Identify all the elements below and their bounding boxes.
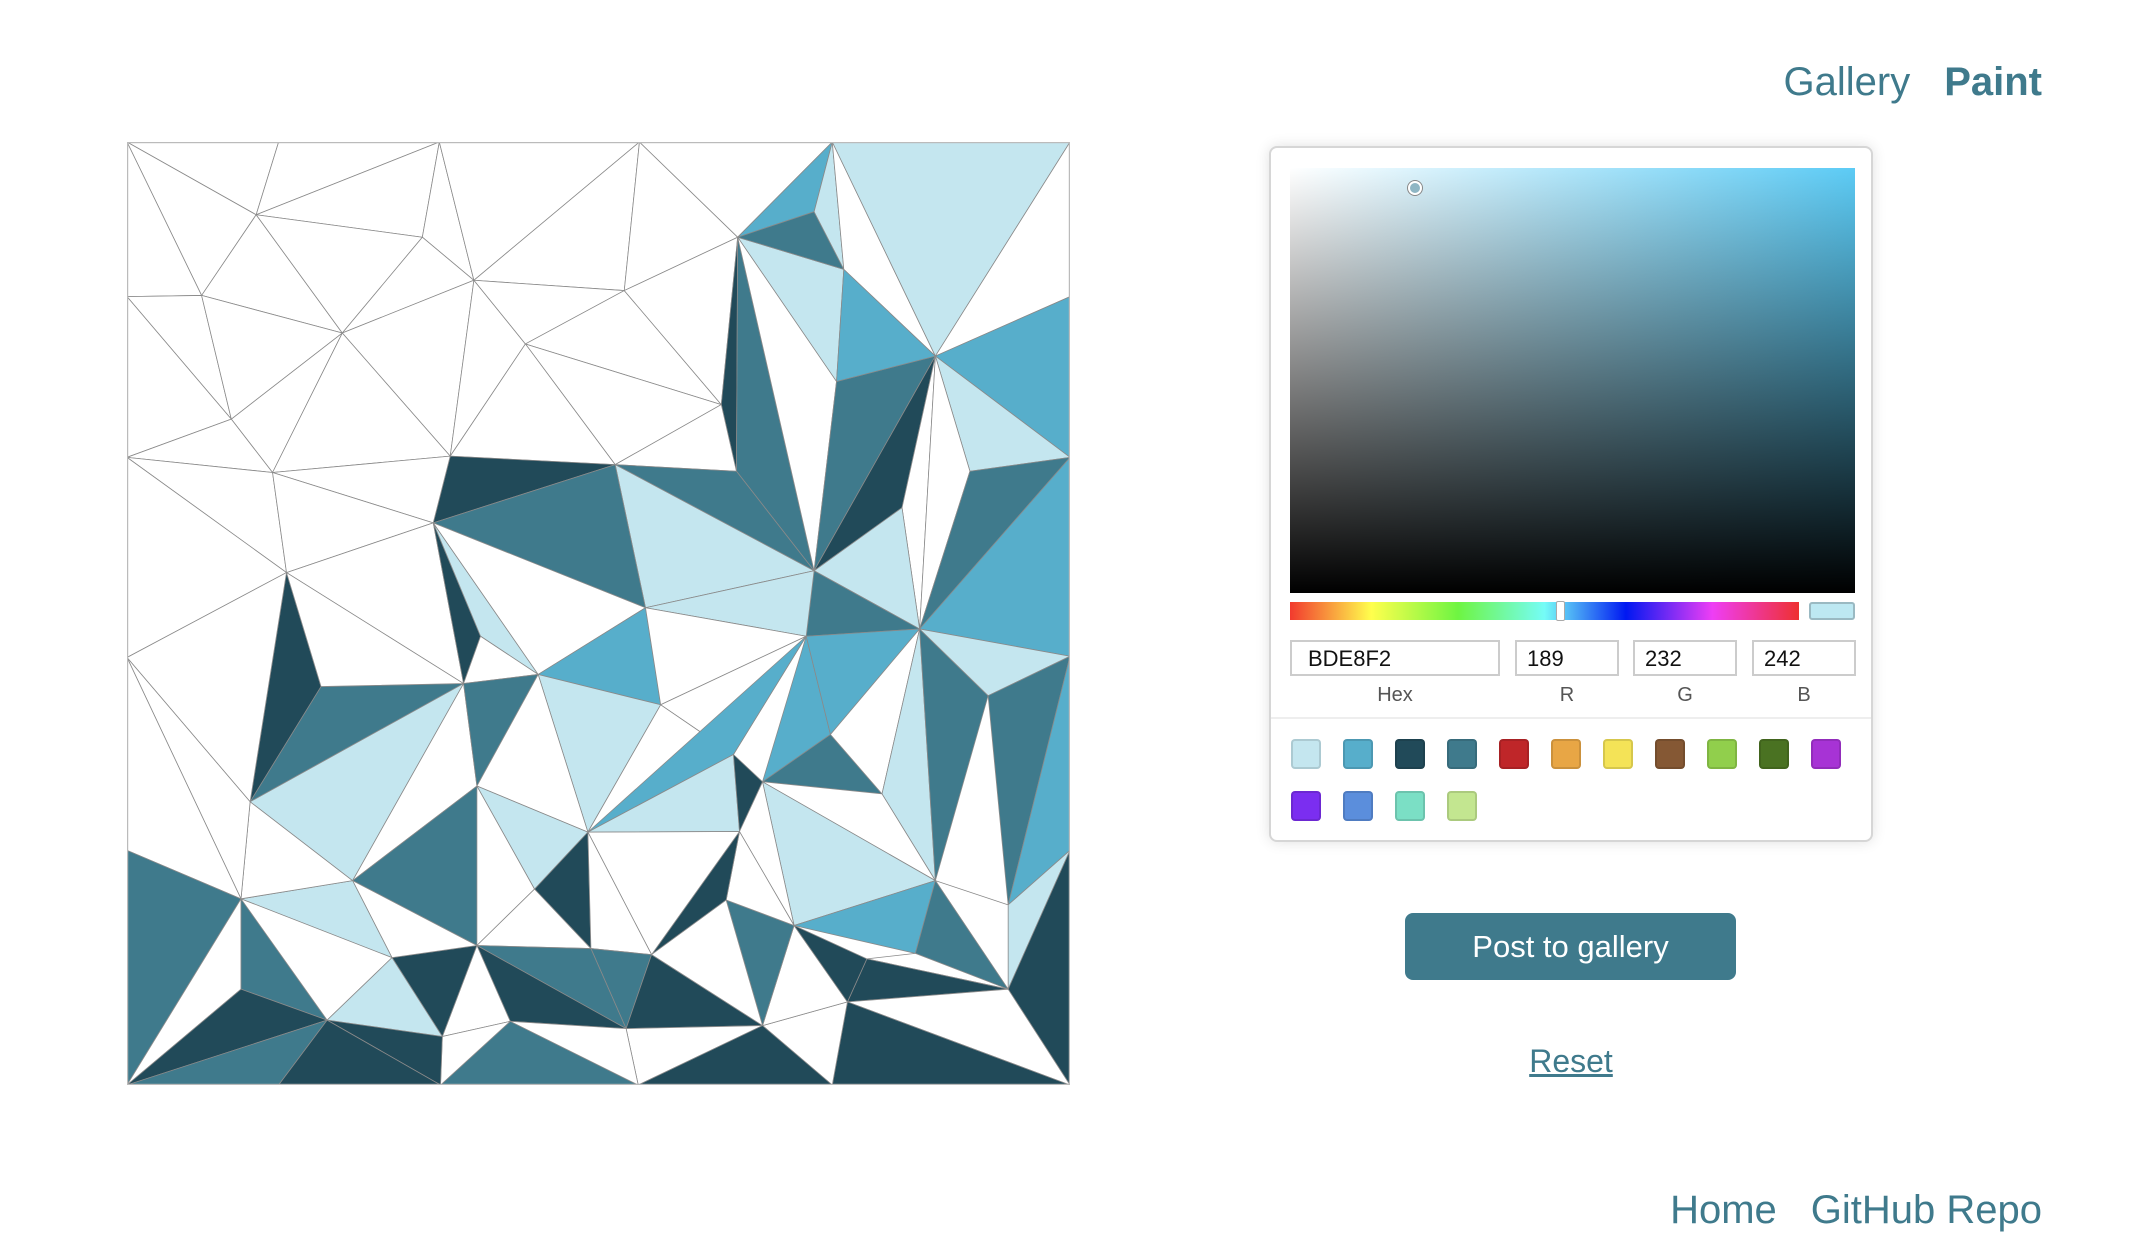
selected-color-preview bbox=[1809, 602, 1855, 620]
green-label: G bbox=[1677, 684, 1693, 706]
nav-paint-link[interactable]: Paint bbox=[1944, 60, 2042, 105]
footer-home-link[interactable]: Home bbox=[1670, 1188, 1777, 1233]
footer-nav: Home GitHub Repo bbox=[1670, 1188, 2042, 1233]
color-swatch[interactable] bbox=[1811, 739, 1841, 769]
nav-gallery-link[interactable]: Gallery bbox=[1784, 60, 1911, 105]
red-input[interactable]: 189 bbox=[1515, 640, 1619, 676]
red-label: R bbox=[1559, 684, 1575, 706]
color-swatch[interactable] bbox=[1447, 791, 1477, 821]
hue-slider-handle[interactable] bbox=[1556, 601, 1565, 621]
color-swatch[interactable] bbox=[1551, 739, 1581, 769]
blue-input[interactable]: 242 bbox=[1752, 640, 1856, 676]
color-swatch[interactable] bbox=[1395, 739, 1425, 769]
hue-slider[interactable] bbox=[1290, 601, 1799, 621]
top-nav: Gallery Paint bbox=[1784, 60, 2043, 105]
color-swatch[interactable] bbox=[1343, 791, 1373, 821]
triangle-art-canvas[interactable] bbox=[127, 142, 1070, 1085]
color-cursor-handle[interactable] bbox=[1408, 181, 1422, 195]
color-picker-panel: BDE8F2 189 232 242 Hex R G B bbox=[1269, 146, 1873, 842]
color-swatch[interactable] bbox=[1499, 739, 1529, 769]
hex-label: Hex bbox=[1377, 684, 1413, 706]
color-swatch[interactable] bbox=[1343, 739, 1373, 769]
green-input[interactable]: 232 bbox=[1633, 640, 1737, 676]
color-swatch[interactable] bbox=[1759, 739, 1789, 769]
color-swatch[interactable] bbox=[1447, 739, 1477, 769]
color-swatch[interactable] bbox=[1655, 739, 1685, 769]
footer-github-link[interactable]: GitHub Repo bbox=[1811, 1188, 2042, 1233]
color-swatch[interactable] bbox=[1603, 739, 1633, 769]
color-swatch[interactable] bbox=[1707, 739, 1737, 769]
post-to-gallery-button[interactable]: Post to gallery bbox=[1405, 913, 1736, 980]
saturation-brightness-area[interactable] bbox=[1290, 168, 1855, 593]
panel-divider bbox=[1271, 717, 1871, 719]
color-swatch[interactable] bbox=[1395, 791, 1425, 821]
color-swatch[interactable] bbox=[1291, 739, 1321, 769]
hex-input[interactable]: BDE8F2 bbox=[1290, 640, 1500, 676]
reset-link[interactable]: Reset bbox=[1471, 1043, 1671, 1080]
color-swatch[interactable] bbox=[1291, 791, 1321, 821]
blue-label: B bbox=[1797, 684, 1811, 706]
